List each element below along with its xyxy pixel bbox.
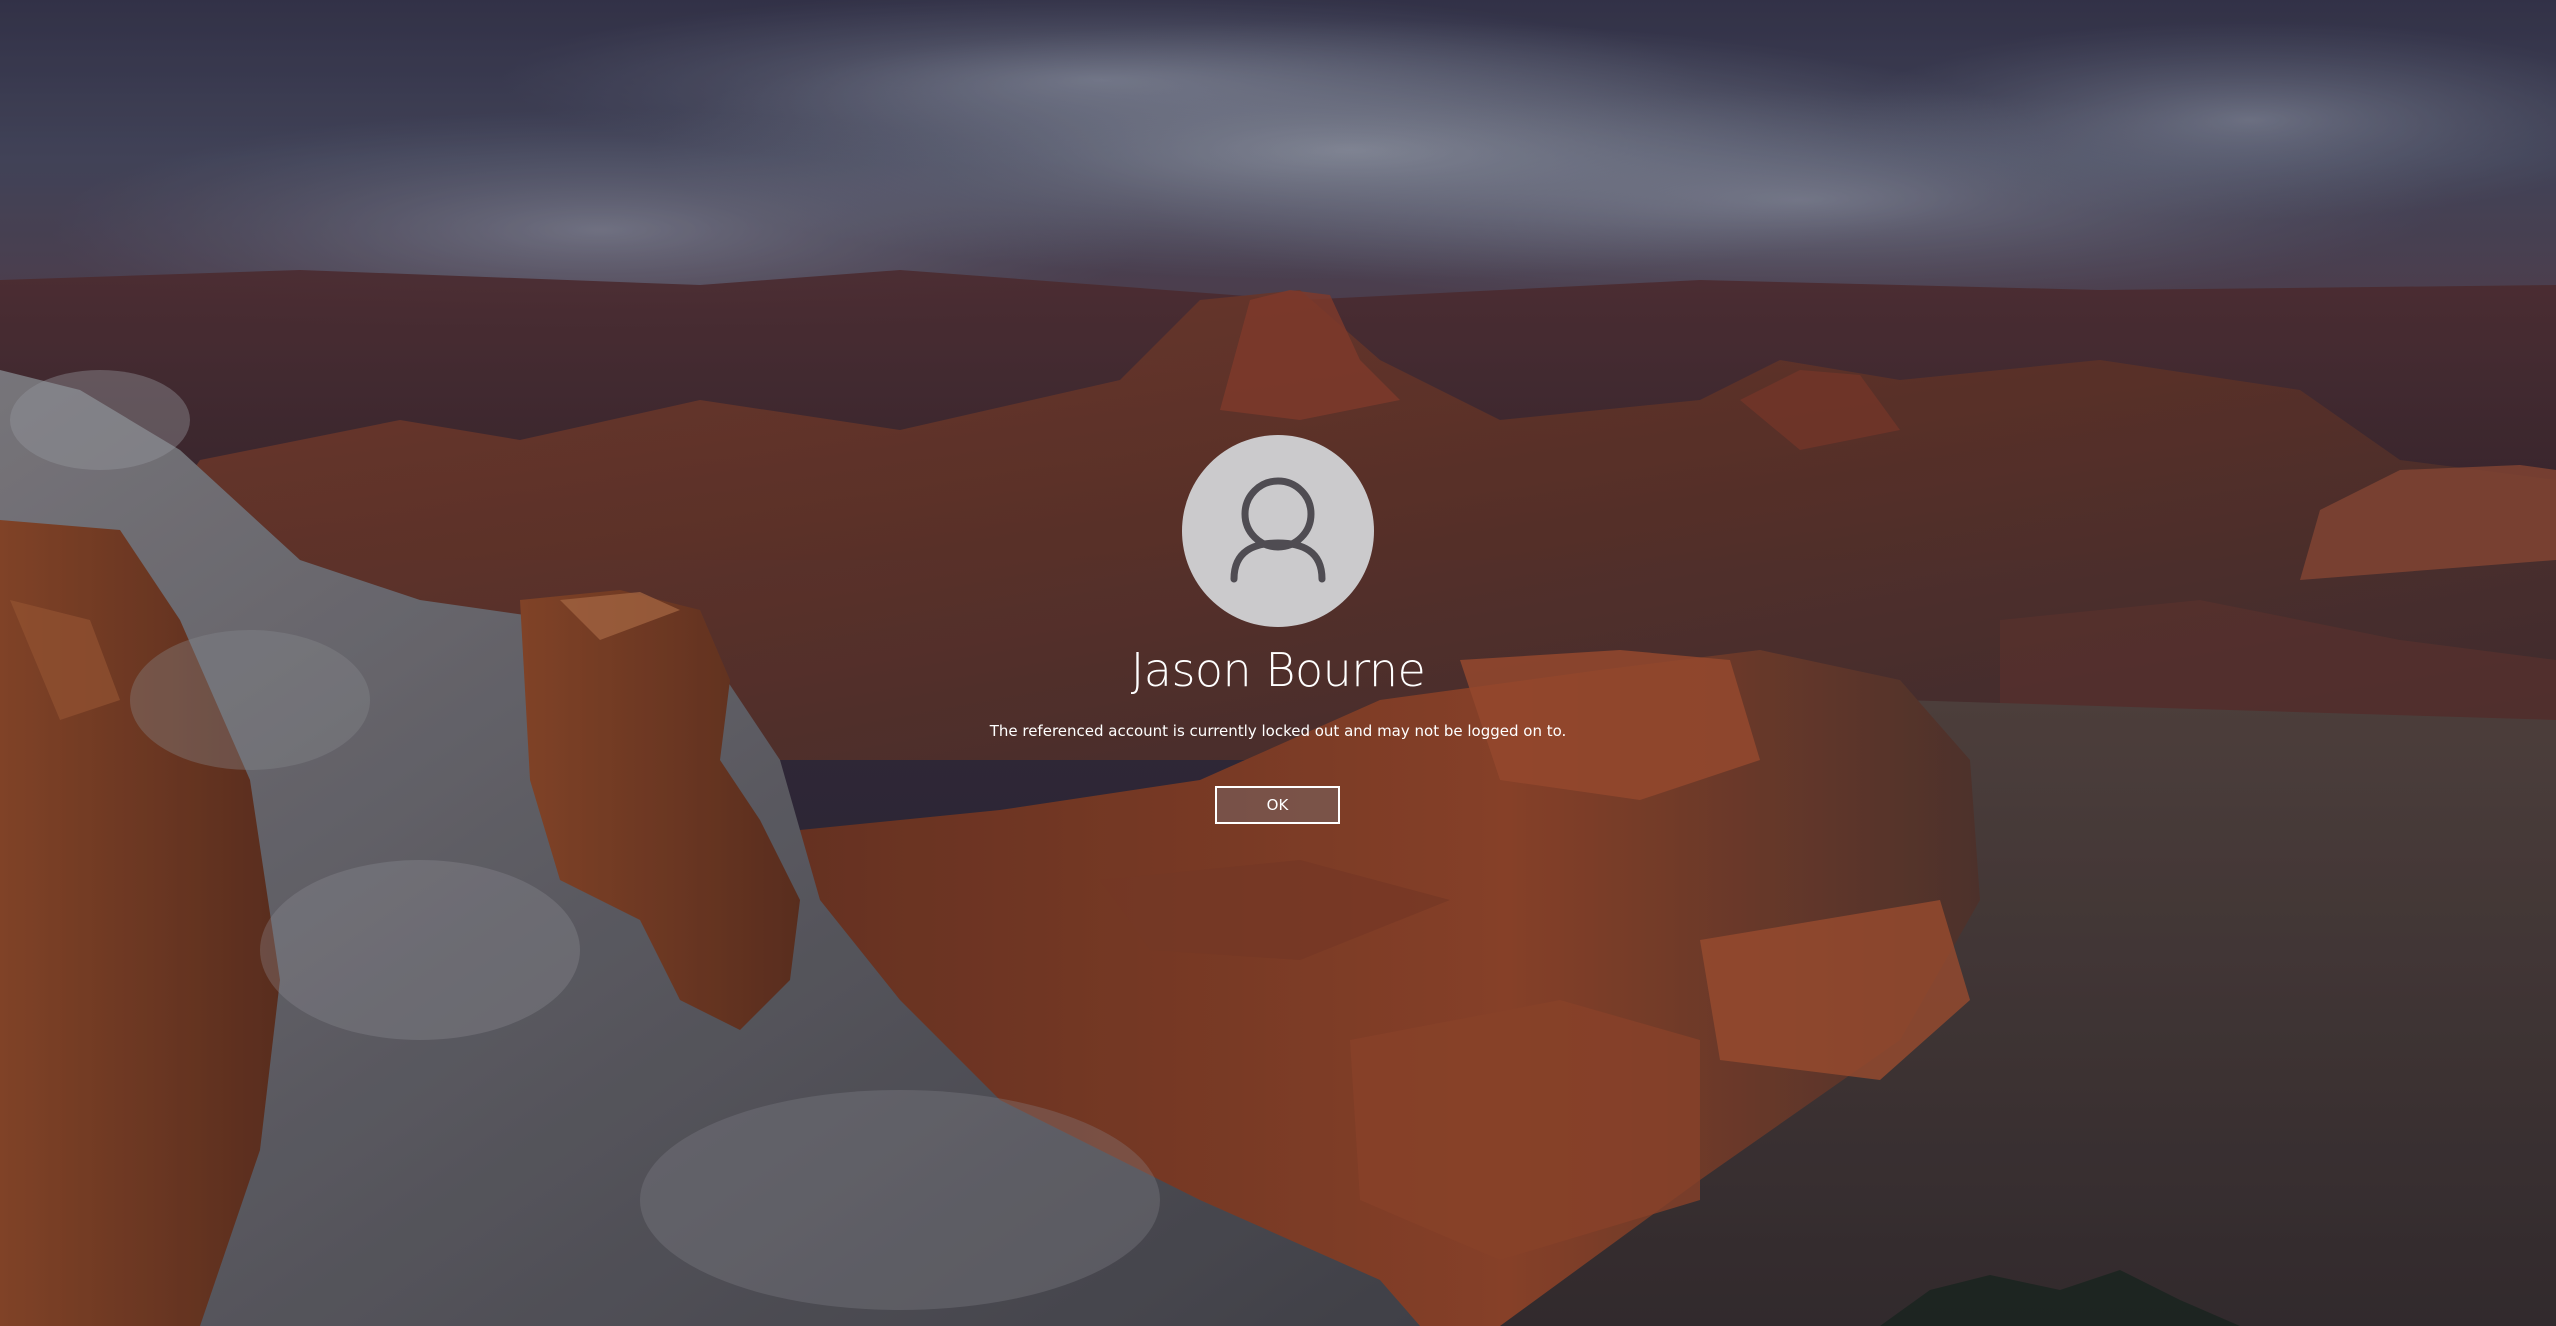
lock-screen: Jason Bourne The referenced account is c… <box>0 0 2556 1326</box>
user-avatar <box>1182 435 1374 627</box>
user-name: Jason Bourne <box>1130 643 1426 697</box>
user-silhouette-icon <box>1230 477 1326 583</box>
ok-button[interactable]: OK <box>1215 786 1340 824</box>
lockout-message: The referenced account is currently lock… <box>989 722 1567 740</box>
